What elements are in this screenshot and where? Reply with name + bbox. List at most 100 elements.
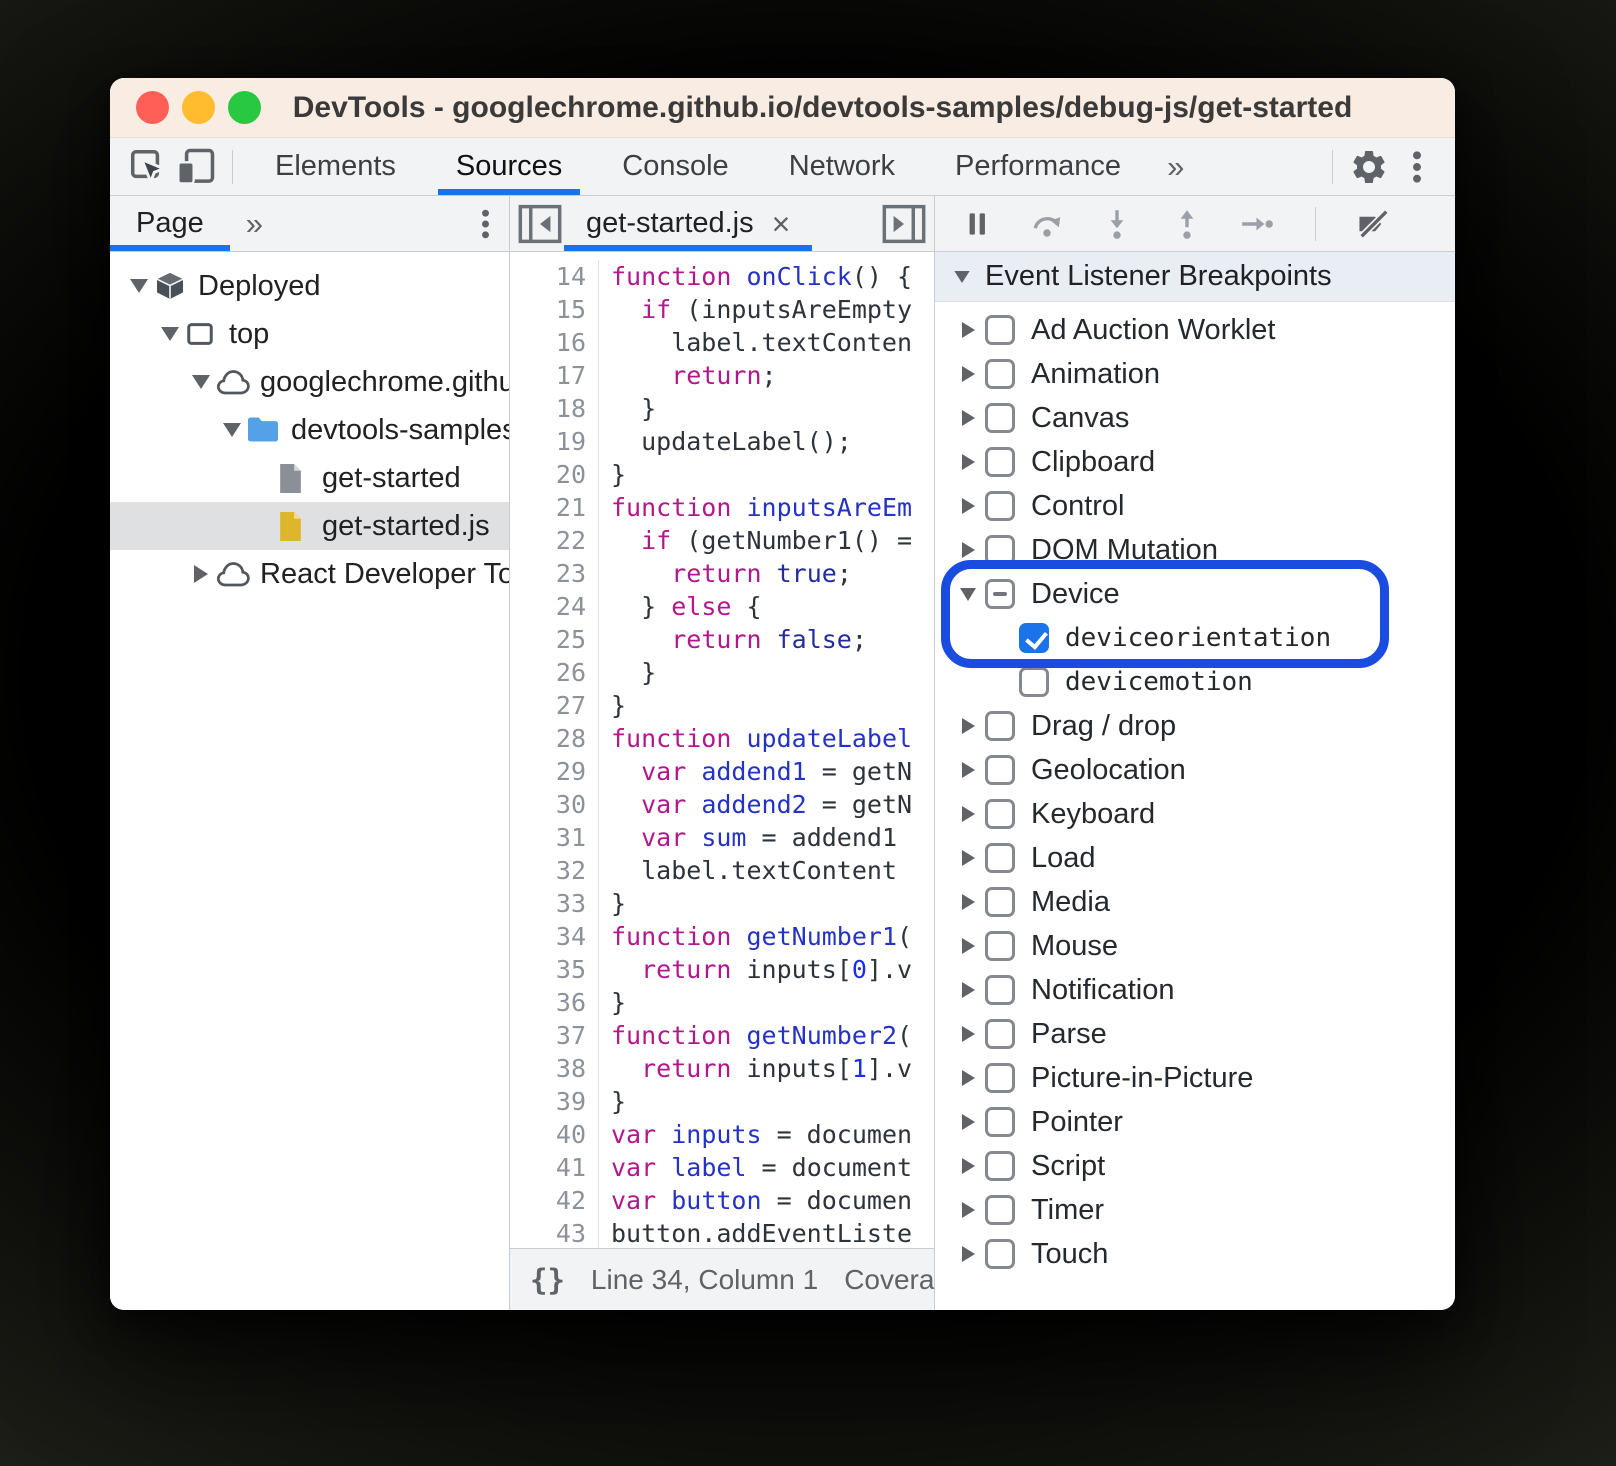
expander[interactable] — [951, 982, 985, 998]
expander[interactable] — [951, 1202, 985, 1218]
tab-page[interactable]: Page — [110, 196, 230, 251]
line-number[interactable]: 21 — [510, 491, 598, 524]
close-window-button[interactable] — [136, 91, 169, 124]
navigator-menu-button[interactable] — [461, 200, 509, 248]
line-number[interactable]: 17 — [510, 359, 598, 392]
breakpoint-media[interactable]: Media — [935, 880, 1455, 924]
hide-navigator-button[interactable] — [516, 200, 564, 248]
tree-item-top[interactable]: top — [110, 310, 509, 358]
breakpoint-parse[interactable]: Parse — [935, 1012, 1455, 1056]
tree-item-devtools-samples[interactable]: devtools-samples — [110, 406, 509, 454]
coverage-label[interactable]: Coverage — [844, 1264, 934, 1296]
line-number[interactable]: 43 — [510, 1217, 598, 1248]
expander[interactable] — [951, 454, 985, 470]
tab-console[interactable]: Console — [592, 138, 758, 195]
line-number[interactable]: 14 — [510, 260, 598, 293]
expander[interactable] — [951, 410, 985, 426]
expander[interactable] — [951, 1070, 985, 1086]
line-number[interactable]: 25 — [510, 623, 598, 656]
checkbox-unchecked[interactable] — [985, 1063, 1015, 1093]
checkbox-unchecked[interactable] — [985, 1195, 1015, 1225]
checkbox-unchecked[interactable] — [985, 975, 1015, 1005]
checkbox-unchecked[interactable] — [985, 711, 1015, 741]
expander[interactable] — [186, 375, 216, 389]
expander[interactable] — [951, 1114, 985, 1130]
customize-devtools-button[interactable] — [1393, 143, 1441, 191]
breakpoint-pointer[interactable]: Pointer — [935, 1100, 1455, 1144]
expander[interactable] — [951, 850, 985, 866]
checkbox-unchecked[interactable] — [985, 931, 1015, 961]
pretty-print-button[interactable]: {} — [530, 1263, 565, 1297]
line-number[interactable]: 37 — [510, 1019, 598, 1052]
expander[interactable] — [951, 894, 985, 910]
line-number[interactable]: 31 — [510, 821, 598, 854]
breakpoint-script[interactable]: Script — [935, 1144, 1455, 1188]
close-tab-icon[interactable]: × — [772, 208, 791, 240]
checkbox-unchecked[interactable] — [985, 1107, 1015, 1137]
breakpoint-drag-drop[interactable]: Drag / drop — [935, 704, 1455, 748]
breakpoint-dom-mutation[interactable]: DOM Mutation — [935, 528, 1455, 572]
line-number[interactable]: 42 — [510, 1184, 598, 1217]
minimize-window-button[interactable] — [182, 91, 215, 124]
expander[interactable] — [951, 806, 985, 822]
tab-elements[interactable]: Elements — [245, 138, 426, 195]
breakpoint-picture-in-picture[interactable]: Picture-in-Picture — [935, 1056, 1455, 1100]
line-number[interactable]: 38 — [510, 1052, 598, 1085]
line-number[interactable]: 30 — [510, 788, 598, 821]
breakpoint-device[interactable]: Device — [935, 572, 1455, 616]
breakpoint-deviceorientation[interactable]: deviceorientation — [935, 616, 1455, 660]
tree-item-googlechrome-github-io[interactable]: googlechrome.github.io — [110, 358, 509, 406]
expander[interactable] — [124, 279, 154, 293]
checkbox-unchecked[interactable] — [985, 491, 1015, 521]
checkbox-unchecked[interactable] — [1019, 667, 1049, 697]
tab-network[interactable]: Network — [759, 138, 925, 195]
line-number[interactable]: 28 — [510, 722, 598, 755]
line-number[interactable]: 23 — [510, 557, 598, 590]
step-button[interactable] — [1233, 200, 1281, 248]
expander[interactable] — [951, 1158, 985, 1174]
expander[interactable] — [951, 588, 985, 601]
checkbox-unchecked[interactable] — [985, 799, 1015, 829]
navigator-more-tabs-button[interactable]: » — [230, 206, 279, 242]
expander[interactable] — [951, 366, 985, 382]
event-listener-breakpoints-header[interactable]: Event Listener Breakpoints — [935, 252, 1455, 302]
expander[interactable] — [951, 542, 985, 558]
breakpoint-control[interactable]: Control — [935, 484, 1455, 528]
breakpoint-notification[interactable]: Notification — [935, 968, 1455, 1012]
expander[interactable] — [186, 565, 216, 583]
step-out-button[interactable] — [1163, 200, 1211, 248]
line-number[interactable]: 39 — [510, 1085, 598, 1118]
deactivate-breakpoints-button[interactable] — [1350, 200, 1398, 248]
expander[interactable] — [951, 498, 985, 514]
checkbox-unchecked[interactable] — [985, 447, 1015, 477]
checkbox-checked[interactable] — [1019, 623, 1049, 653]
checkbox-unchecked[interactable] — [985, 535, 1015, 565]
line-number[interactable]: 20 — [510, 458, 598, 491]
checkbox-unchecked[interactable] — [985, 359, 1015, 389]
breakpoint-canvas[interactable]: Canvas — [935, 396, 1455, 440]
breakpoint-mouse[interactable]: Mouse — [935, 924, 1455, 968]
line-number[interactable]: 18 — [510, 392, 598, 425]
line-number[interactable]: 29 — [510, 755, 598, 788]
inspect-element-button[interactable] — [124, 143, 172, 191]
expander[interactable] — [951, 938, 985, 954]
breakpoint-animation[interactable]: Animation — [935, 352, 1455, 396]
checkbox-indeterminate[interactable] — [985, 579, 1015, 609]
breakpoint-load[interactable]: Load — [935, 836, 1455, 880]
checkbox-unchecked[interactable] — [985, 1239, 1015, 1269]
tree-item-react-developer-tools[interactable]: React Developer Tools — [110, 550, 509, 598]
checkbox-unchecked[interactable] — [985, 1151, 1015, 1181]
expander[interactable] — [951, 718, 985, 734]
breakpoint-touch[interactable]: Touch — [935, 1232, 1455, 1276]
tree-item-get-started[interactable]: get-started — [110, 454, 509, 502]
line-number[interactable]: 19 — [510, 425, 598, 458]
checkbox-unchecked[interactable] — [985, 315, 1015, 345]
code-editor[interactable]: 14function onClick() {15 if (inputsAreEm… — [510, 252, 934, 1248]
breakpoint-geolocation[interactable]: Geolocation — [935, 748, 1455, 792]
line-number[interactable]: 22 — [510, 524, 598, 557]
toggle-device-toolbar-button[interactable] — [172, 143, 220, 191]
settings-button[interactable] — [1345, 143, 1393, 191]
tab-sources[interactable]: Sources — [426, 138, 592, 195]
expander[interactable] — [217, 423, 247, 437]
line-number[interactable]: 40 — [510, 1118, 598, 1151]
